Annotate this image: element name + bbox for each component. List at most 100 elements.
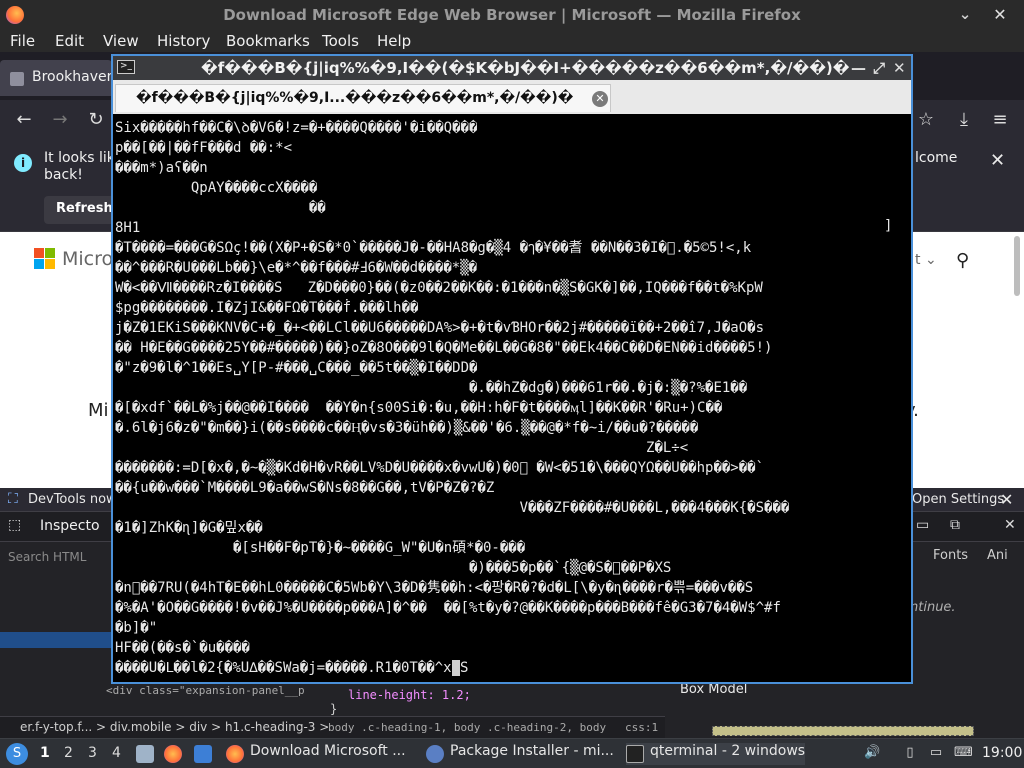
dock-icon[interactable]: ⧉ <box>950 517 960 533</box>
task-label: qterminal - 2 windows <box>650 743 806 759</box>
css-source-link[interactable]: css:1 <box>625 721 658 734</box>
keyboard-icon[interactable]: ⌨ <box>954 745 973 761</box>
tab-brookhaven[interactable]: Brookhaven <box>0 60 112 96</box>
terminal-line: ���m*)aʕ��n <box>115 160 208 176</box>
terminal-icon <box>626 745 644 763</box>
responsive-icon[interactable]: ▭ <box>916 517 929 533</box>
terminal-cursor <box>451 660 460 676</box>
menu-tools[interactable]: Tools <box>322 32 359 50</box>
terminal-line: �%�A'�O��G����!�v��J%�U����p���A]�^�� ��… <box>115 600 781 616</box>
forward-icon[interactable]: → <box>48 108 72 132</box>
terminal-line: �1�]ZhK�ɳ]�G�밒x�� <box>115 520 263 536</box>
terminal-line: �[�xdf`��L�%j��@��I���� ��Y�n{s00Si�:�u,… <box>115 400 723 416</box>
bookmark-star-icon[interactable]: ☆ <box>914 108 938 132</box>
devtools-close-icon[interactable]: ✕ <box>1004 517 1016 533</box>
terminal-line-tail: S <box>459 660 469 676</box>
search-icon[interactable]: ⚲ <box>956 250 969 271</box>
monitor-icon[interactable]: ▭ <box>928 745 944 761</box>
tab-animations[interactable]: Ani <box>987 548 1008 563</box>
search-html-input[interactable]: Search HTML <box>8 550 86 564</box>
terminal-line: $pg��������.I�ZjI&��FΩ�T���ḟ.���lh�� <box>115 300 419 316</box>
devtools-notice-close-icon[interactable]: ✕ <box>1000 490 1013 509</box>
minimize-icon[interactable]: — <box>851 56 866 80</box>
terminal-line: QpAY����ccX���� <box>115 180 318 196</box>
terminal-line: Z�L÷< <box>115 440 689 456</box>
terminal-line-text: ����U�Ⅼ��l�2{�%U∆��SWa�j=�����.R1�0T��^x <box>115 660 452 676</box>
tab-close-icon[interactable]: ✕ <box>592 91 608 107</box>
taskbar: S 1 2 3 4 Download Microsoft ... Package… <box>0 738 1024 768</box>
qterminal-window: >_ �f���B�{j|iq%%�9,I��(�$K�bJ��I+�����z… <box>111 54 913 684</box>
refresh-button[interactable]: Refresh <box>44 196 116 224</box>
firefox-logo-icon <box>6 6 24 24</box>
clipboard-icon[interactable]: ▯ <box>902 745 918 761</box>
box-model-header[interactable]: Box Model <box>680 682 747 697</box>
menu-help[interactable]: Help <box>377 32 411 50</box>
menu-file[interactable]: File <box>10 32 35 50</box>
minimize-icon[interactable]: ⌄ <box>955 0 975 30</box>
terminal-line: 8H1 <box>115 220 141 236</box>
html-node-line[interactable]: <div class="expansion-panel__p <box>106 684 305 697</box>
firefox-titlebar: Download Microsoft Edge Web Browser | Mi… <box>0 0 1024 30</box>
firefox-launcher-icon[interactable] <box>164 745 182 763</box>
css-rule-closing-brace: } <box>330 702 338 716</box>
qterminal-titlebar: >_ �f���B�{j|iq%%�9,I��(�$K�bJ��I+�����z… <box>113 56 911 80</box>
task-firefox[interactable]: Download Microsoft ... <box>226 743 406 765</box>
terminal-line: ��^���R�U���Lb��}\e�*^��f���#Ⅎ6�W��d����… <box>115 260 478 276</box>
terminal-line: HF��(��s�`�u���� <box>115 640 250 656</box>
app-menu-icon[interactable]: ≡ <box>988 108 1012 132</box>
back-icon[interactable]: ← <box>12 108 36 132</box>
notification-close-icon[interactable]: ✕ <box>990 150 1005 171</box>
info-icon: i <box>14 154 32 172</box>
firefox-icon <box>226 745 244 763</box>
devtools-icon: ⛶ <box>8 491 18 507</box>
tab-inspector[interactable]: Inspecto <box>40 518 100 534</box>
downloads-icon[interactable]: ⤓ <box>952 108 976 132</box>
workspace-1[interactable]: 1 <box>40 745 50 761</box>
chevron-down-icon[interactable]: t ⌄ <box>915 252 937 268</box>
reload-icon[interactable]: ↻ <box>84 108 108 132</box>
task-qterminal[interactable]: qterminal - 2 windows <box>626 743 806 765</box>
page-heading-left: Mi <box>88 400 109 421</box>
qterminal-window-title: �f���B�{j|iq%%�9,I��(�$K�bJ��I+�����z��6… <box>201 59 850 77</box>
task-package-installer[interactable]: Package Installer - mi... <box>426 743 614 765</box>
workspace-4[interactable]: 4 <box>112 745 121 761</box>
terminal-tab-bar: �f���B�{j|iq%%�9,I...���z��6��m*,�/��)� … <box>113 80 911 114</box>
terminal-line-last: ����U�Ⅼ��l�2{�%U∆��SWa�j=�����.R1�0T��^x… <box>115 658 911 678</box>
file-manager-icon[interactable] <box>136 745 154 763</box>
tab-fonts[interactable]: Fonts <box>933 548 968 563</box>
workspace-3[interactable]: 3 <box>88 745 97 761</box>
close-icon[interactable]: ✕ <box>893 56 906 80</box>
menu-edit[interactable]: Edit <box>55 32 84 50</box>
terminal-bracket: ] <box>884 218 893 234</box>
workspace-2[interactable]: 2 <box>64 745 73 761</box>
terminal-tab[interactable]: �f���B�{j|iq%%�9,I...���z��6��m*,�/��)� … <box>115 84 611 112</box>
terminal-line: �.��hZ�dg�)���61r��.�j�:▒�?%�E1�� <box>115 380 748 396</box>
terminal-icon: >_ <box>117 60 135 74</box>
clock[interactable]: 19:00 <box>982 745 1022 761</box>
menu-history[interactable]: History <box>157 32 210 50</box>
terminal-line: ��{u��w���`M����L9�a��wS�Ns�8��G��,tV�P�… <box>115 480 495 496</box>
css-rule-line-height[interactable]: line-height: 1.2; <box>348 688 471 702</box>
menu-view[interactable]: View <box>103 32 139 50</box>
microsoft-brand-text[interactable]: Micro <box>62 248 113 270</box>
menu-bar: File Edit View History Bookmarks Tools H… <box>0 30 1024 52</box>
desktop-icon[interactable] <box>194 745 212 763</box>
element-picker-icon[interactable]: ⬚ <box>8 517 21 533</box>
selected-node-row[interactable] <box>0 632 112 648</box>
maximize-icon[interactable]: ⤢ <box>873 56 885 80</box>
terminal-line: �� <box>115 200 326 216</box>
terminal-line: �"z�9�l�^1��Es␣Y[P-#���␣C���_��5t��▒�I��… <box>115 360 478 376</box>
terminal-output[interactable]: Six�����hf��C�\ꝺ�V6�!z=�+����Q����'�i��Q… <box>113 114 911 682</box>
menu-bookmarks[interactable]: Bookmarks <box>226 32 310 50</box>
tab-favicon-icon <box>10 72 24 86</box>
terminal-line: �b]�" <box>115 620 158 636</box>
open-settings-link[interactable]: Open Settings <box>912 492 1004 507</box>
task-label: Download Microsoft ... <box>250 743 406 759</box>
start-menu-icon[interactable]: S <box>6 743 28 765</box>
page-scrollbar[interactable] <box>1014 236 1020 296</box>
volume-icon[interactable]: 🔊 <box>864 745 880 761</box>
terminal-line: �������:=D[�x�,�~�▒�Kd�H�vR��LV%D�U����x… <box>115 460 765 476</box>
close-icon[interactable]: ✕ <box>985 0 1015 30</box>
terminal-line: Six�����hf��C�\ꝺ�V6�!z=�+����Q����'�i��Q… <box>115 120 478 136</box>
terminal-tab-label: �f���B�{j|iq%%�9,I...���z��6��m*,�/��)� <box>136 90 574 106</box>
